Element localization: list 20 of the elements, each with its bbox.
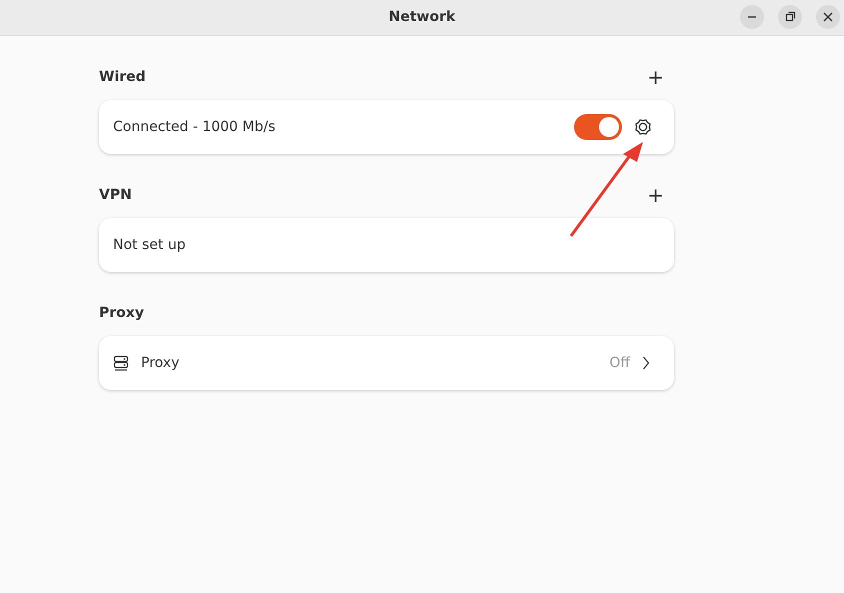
row-label: Proxy bbox=[141, 354, 180, 372]
close-icon bbox=[821, 10, 835, 24]
chevron-icon bbox=[642, 356, 650, 370]
add-button[interactable]: + bbox=[637, 67, 674, 87]
row-label: Not set up bbox=[113, 236, 186, 254]
maximize-button[interactable] bbox=[778, 5, 802, 29]
settings-button[interactable] bbox=[634, 116, 652, 138]
section-heading: VPN bbox=[99, 186, 132, 204]
status-value: Off bbox=[609, 354, 630, 372]
add-button[interactable]: + bbox=[637, 185, 674, 205]
toggle-switch[interactable] bbox=[574, 114, 622, 140]
row-label: Connected - 1000 Mb/s bbox=[113, 118, 276, 136]
gear-icon bbox=[634, 118, 652, 136]
section-heading: Proxy bbox=[99, 304, 144, 322]
close-button[interactable] bbox=[816, 5, 840, 29]
list-row[interactable]: Proxy Off bbox=[99, 336, 674, 390]
window-title: Network bbox=[388, 8, 456, 27]
section-heading: Wired bbox=[99, 68, 146, 86]
server-icon bbox=[113, 355, 129, 371]
maximize-icon bbox=[783, 10, 797, 24]
